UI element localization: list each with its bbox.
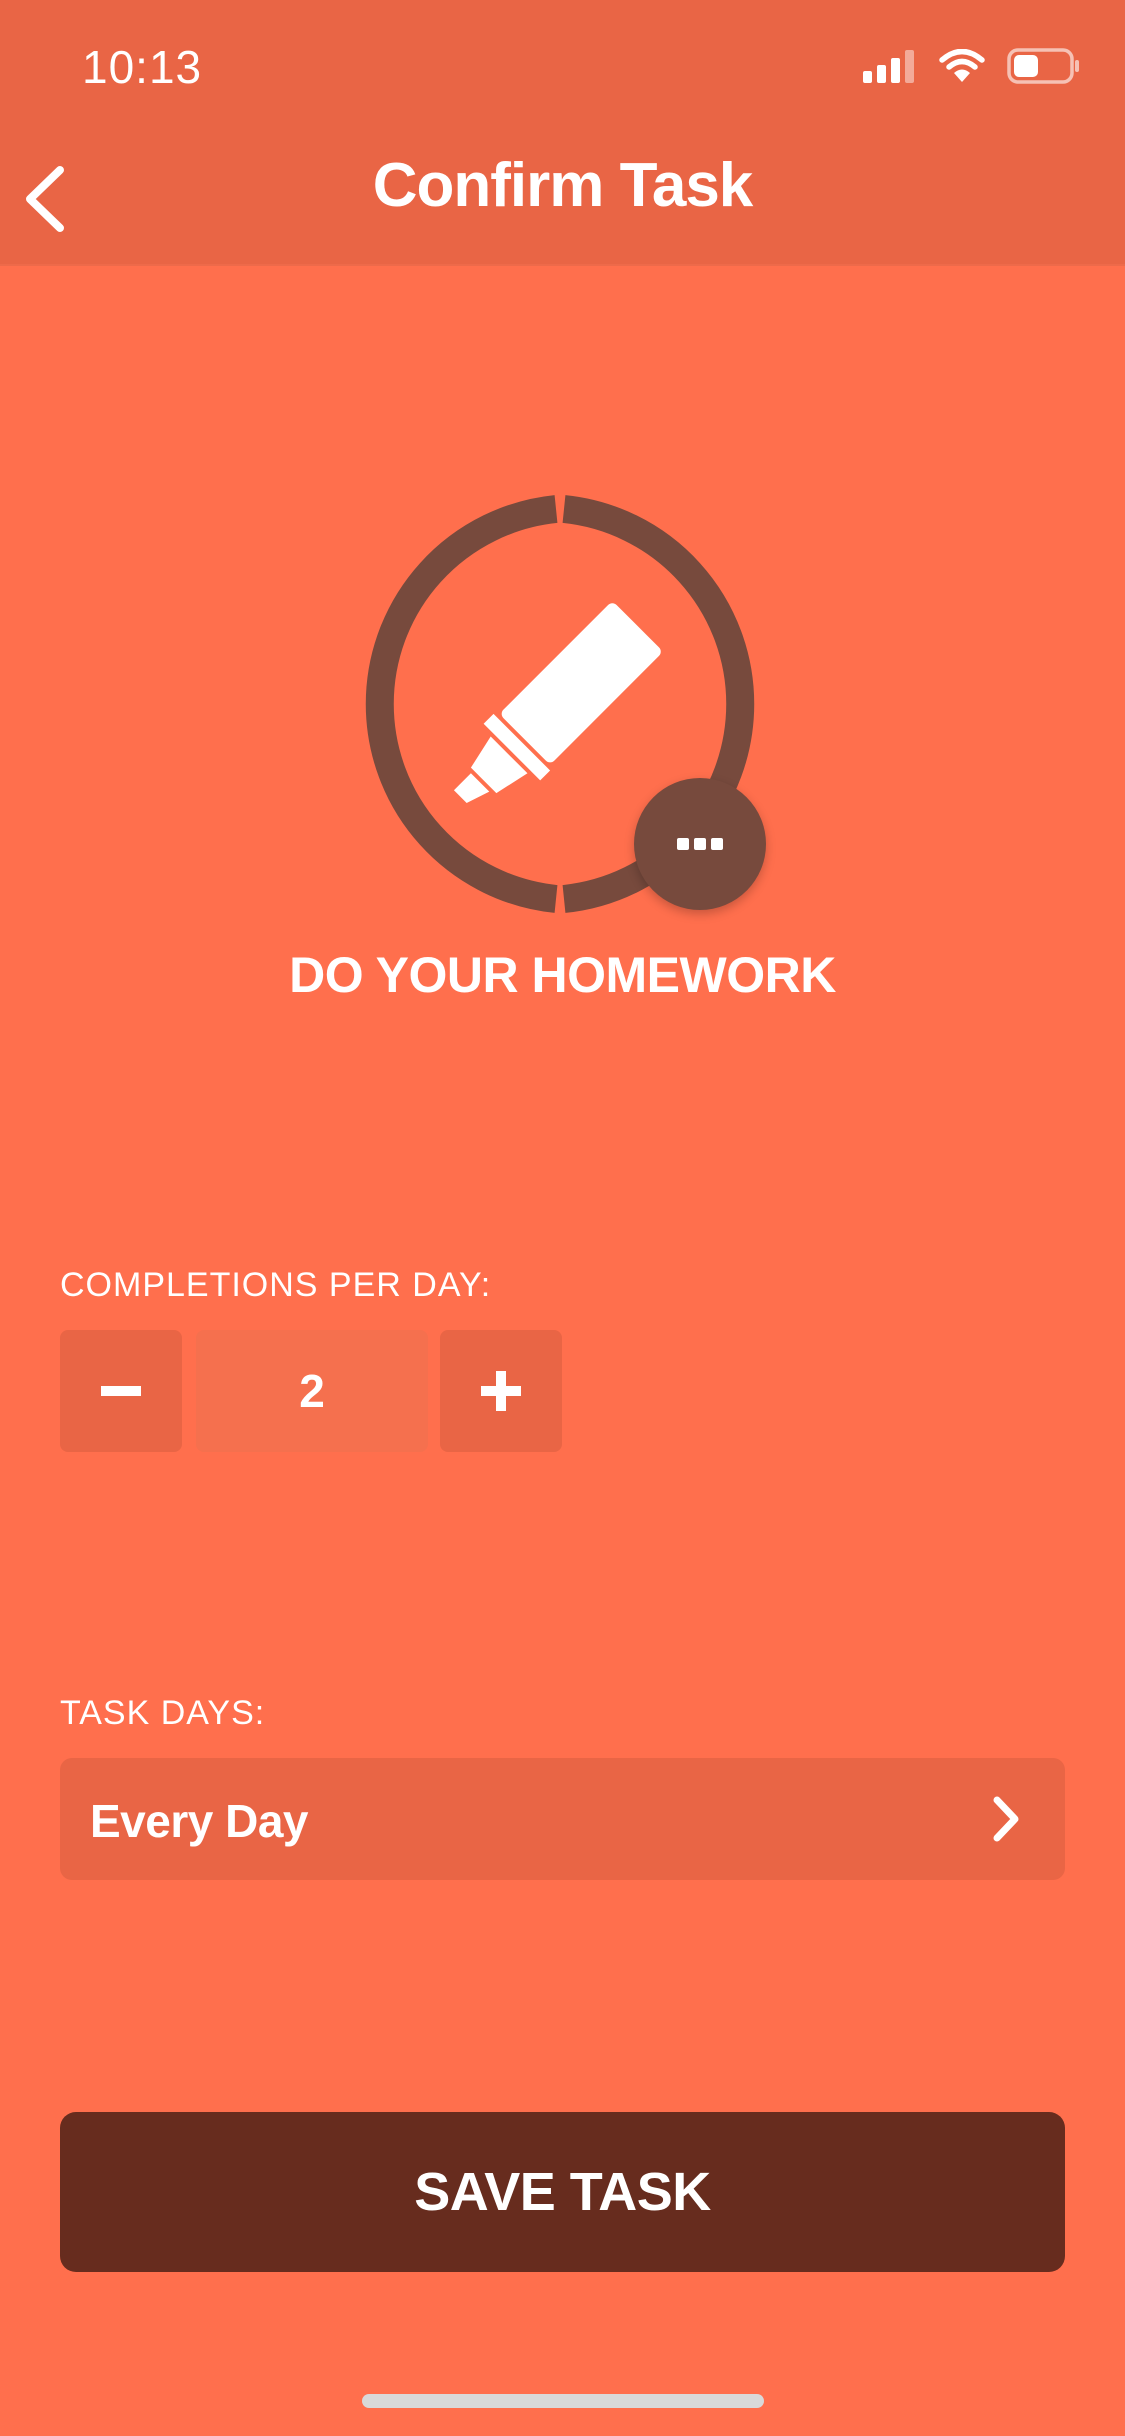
ellipsis-icon [677, 838, 723, 850]
completions-value: 2 [196, 1330, 428, 1452]
status-icons [863, 48, 1081, 84]
minus-icon [101, 1386, 141, 1396]
task-days-selector[interactable]: Every Day [60, 1758, 1065, 1880]
battery-icon [1007, 48, 1079, 84]
save-task-button[interactable]: SAVE TASK [60, 2112, 1065, 2272]
highlighter-icon [453, 603, 661, 803]
task-name: DO YOUR HOMEWORK [289, 947, 836, 1003]
task-days-label: TASK DAYS: [60, 1694, 266, 1732]
decrement-button[interactable] [60, 1330, 182, 1452]
increment-button[interactable] [440, 1330, 562, 1452]
more-options-button[interactable] [634, 778, 766, 910]
completions-label: COMPLETIONS PER DAY: [60, 1266, 492, 1304]
plus-icon [481, 1371, 521, 1411]
status-time: 10:13 [82, 41, 203, 93]
cellular-signal-icon [863, 50, 914, 83]
home-indicator[interactable] [362, 2394, 764, 2408]
chevron-right-icon [993, 1796, 1019, 1842]
wifi-icon [939, 49, 985, 82]
task-days-value: Every Day [90, 1795, 309, 1847]
page-title: Confirm Task [372, 151, 754, 220]
top-bar: 10:13 Confirm Task [0, 0, 1125, 266]
